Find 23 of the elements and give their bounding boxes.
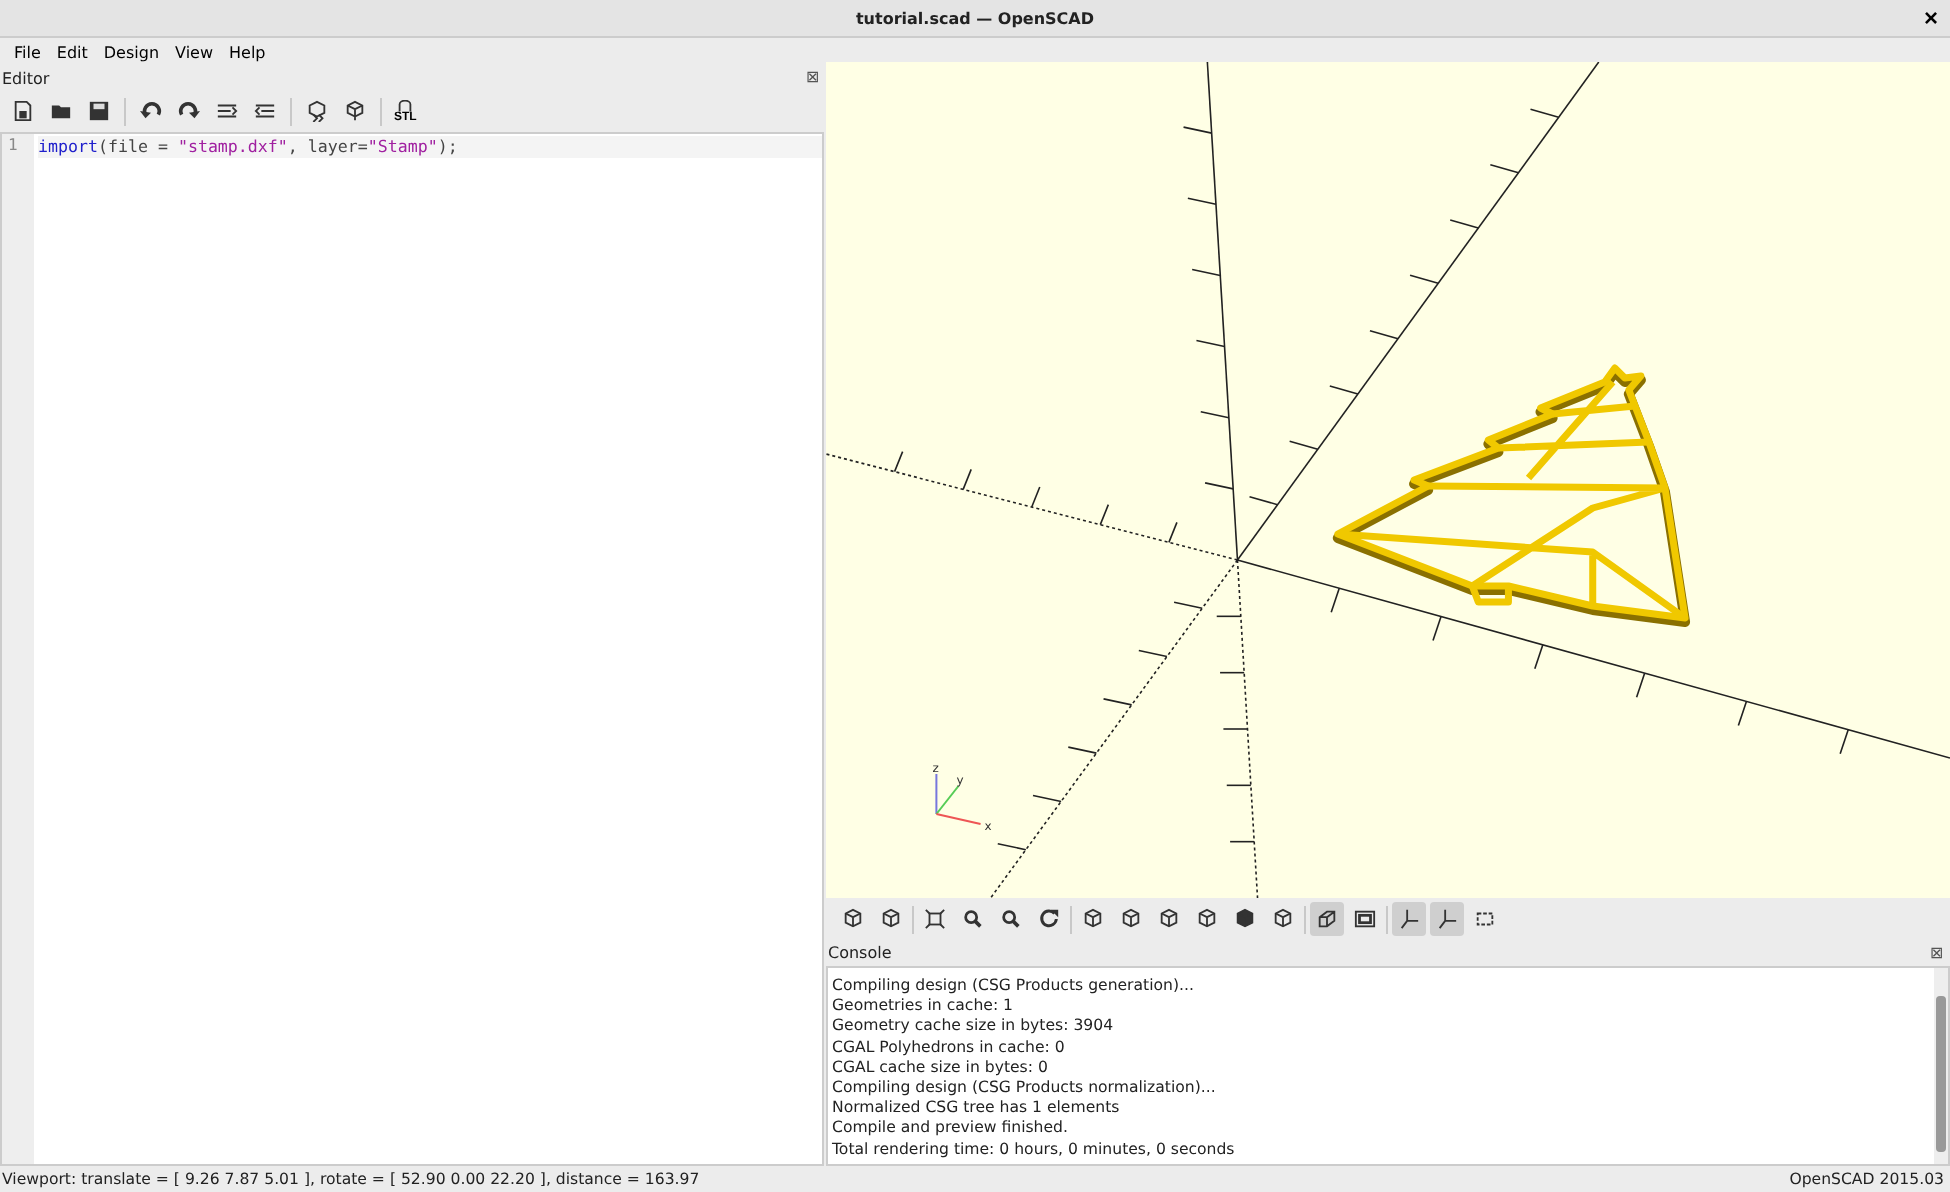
window-title: tutorial.scad — OpenSCAD [855,9,1095,27]
menu-item[interactable]: View [167,43,221,61]
close-button[interactable]: ⊠ [806,68,820,88]
save-icon[interactable] [86,98,112,124]
axis-gizmo-drawing [935,773,982,825]
new-file-icon[interactable] [10,98,36,124]
scale-markers-icon[interactable] [1430,902,1464,936]
panel-title: Console [828,944,892,962]
undo-icon[interactable] [138,98,164,124]
axes-icon[interactable] [1392,902,1426,936]
menu-item[interactable]: Design [95,43,168,61]
close-button[interactable]: × [1923,4,1938,32]
line-number: 1 [6,136,20,158]
perspective-icon[interactable] [1310,902,1344,936]
redo-icon[interactable] [176,98,202,124]
menu-item[interactable]: Edit [48,43,96,61]
scrollbar[interactable] [1934,968,1948,1164]
menu-item[interactable]: Help [221,43,274,61]
menu-item[interactable]: File [6,43,49,61]
scrollbar-thumb[interactable] [1936,996,1946,1152]
close-button[interactable]: ⊠ [1930,943,1944,963]
code-editor[interactable]: 1 import(file = "stamp.dxf", layer="Stamp"); [0,132,824,1166]
panel-title: Editor [2,69,50,87]
